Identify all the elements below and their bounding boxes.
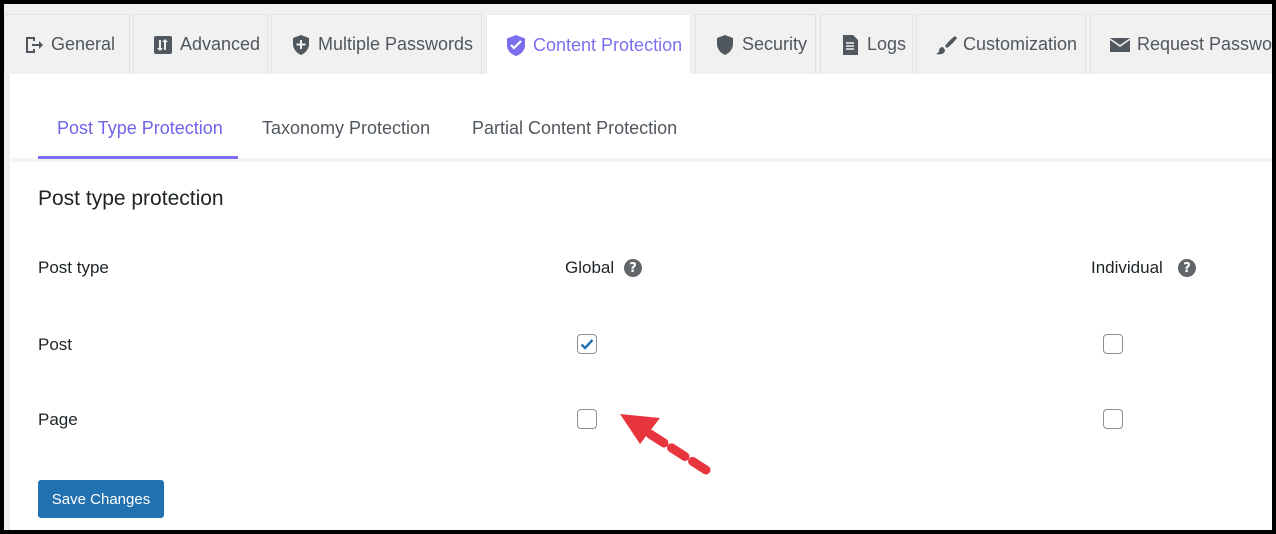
tab-content-protection[interactable]: Content Protection [486, 14, 691, 75]
row-label-post: Post [38, 335, 73, 354]
content-panel: Post Type Protection Taxonomy Protection… [10, 74, 1272, 530]
post-type-header: Post type [38, 258, 109, 277]
tab-general[interactable]: General [4, 14, 130, 74]
section-title: Post type protection [38, 187, 224, 210]
tab-multiple-passwords[interactable]: Multiple Passwords [271, 14, 482, 74]
tab-logs[interactable]: Logs [820, 14, 913, 74]
shield-check-icon [505, 34, 527, 56]
brush-icon [935, 34, 957, 56]
tab-customization[interactable]: Customization [916, 14, 1086, 74]
tab-advanced[interactable]: Advanced [133, 14, 268, 74]
subtab-taxonomy-protection[interactable]: Taxonomy Protection [262, 118, 430, 139]
document-icon [839, 34, 861, 56]
global-help-icon[interactable]: ? [624, 259, 642, 277]
save-changes-button[interactable]: Save Changes [38, 480, 164, 518]
main-tab-bar: General Advanced Multiple Passwords Cont… [4, 4, 1272, 75]
tab-label: Request Password [1137, 34, 1272, 54]
post-individual-checkbox[interactable] [1103, 334, 1123, 354]
tab-label: Advanced [180, 34, 261, 54]
window-frame: General Advanced Multiple Passwords Cont… [4, 4, 1272, 530]
row-label-page: Page [38, 410, 78, 429]
shield-plus-icon [290, 34, 312, 56]
tab-label: General [51, 34, 116, 54]
subtab-partial-content-protection[interactable]: Partial Content Protection [472, 118, 677, 139]
exit-icon [23, 34, 45, 56]
subtab-bar: Post Type Protection Taxonomy Protection… [38, 104, 1272, 158]
tab-label: Security [742, 34, 808, 54]
individual-header: Individual [1091, 258, 1163, 277]
tab-label: Logs [867, 34, 907, 54]
post-global-checkbox[interactable] [577, 334, 597, 354]
subtab-post-type-protection[interactable]: Post Type Protection [57, 118, 223, 139]
individual-help-icon[interactable]: ? [1178, 259, 1196, 277]
envelope-icon [1109, 34, 1131, 56]
page-individual-checkbox[interactable] [1103, 409, 1123, 429]
annotation-arrow-icon [620, 414, 711, 475]
checkmark-icon [580, 339, 594, 350]
page-global-checkbox[interactable] [577, 409, 597, 429]
active-subtab-indicator [38, 156, 238, 159]
global-header: Global [565, 258, 615, 277]
tab-label: Multiple Passwords [318, 34, 474, 54]
tab-label: Content Protection [533, 34, 683, 55]
tab-security[interactable]: Security [695, 14, 816, 74]
sort-icon [152, 34, 174, 56]
tab-request-password[interactable]: Request Password [1090, 14, 1272, 74]
shield-icon [714, 34, 736, 56]
tab-label: Customization [963, 34, 1078, 54]
